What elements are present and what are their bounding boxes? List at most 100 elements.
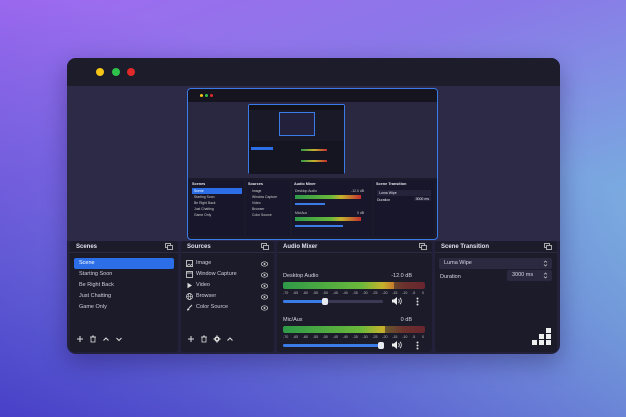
undock-icon[interactable] xyxy=(261,243,269,250)
preview-canvas: Scenes Scene Starting Soon Be Right Back Ju… xyxy=(67,86,560,241)
mini-channel-level: -12.0 dB xyxy=(351,189,364,193)
mini-channel: Mic/Aux 0 dB xyxy=(292,210,372,232)
close-dot[interactable] xyxy=(127,68,135,76)
meter-scale-tick: -25 xyxy=(372,335,378,339)
plus-icon[interactable] xyxy=(76,335,84,343)
duration-spinbox[interactable]: 3000 ms xyxy=(507,270,552,281)
eye-icon[interactable] xyxy=(261,271,268,278)
meter-scale-tick: -10 xyxy=(402,291,408,295)
meter-scale-tick: -15 xyxy=(392,335,398,339)
audio-mixer-title: Audio Mixer xyxy=(283,244,318,250)
trash-icon[interactable] xyxy=(89,335,97,343)
sources-dock: Sources Image Window Capture Video Brows… xyxy=(181,241,274,352)
meter-scale-tick: -50 xyxy=(322,335,328,339)
transition-select[interactable]: Luma Wipe xyxy=(439,258,552,269)
chevron-up-icon[interactable] xyxy=(226,335,234,343)
volume-handle[interactable] xyxy=(322,298,328,305)
image-icon xyxy=(186,260,193,267)
chevron-up-icon[interactable] xyxy=(102,335,110,343)
eye-icon[interactable] xyxy=(261,260,268,267)
chevron-down-icon[interactable] xyxy=(115,335,123,343)
level-meter xyxy=(283,326,425,333)
source-label: Browser xyxy=(196,293,217,299)
scene-item[interactable]: Starting Soon xyxy=(74,269,174,280)
eye-icon[interactable] xyxy=(261,293,268,300)
transition-value: Luma Wipe xyxy=(444,260,472,266)
globe-icon xyxy=(186,293,193,300)
more-options-icon[interactable] xyxy=(416,341,419,350)
gear-icon[interactable] xyxy=(213,335,221,343)
meter-scale-tick: -70 xyxy=(283,291,289,295)
source-item-video[interactable]: Video xyxy=(181,280,274,291)
spin-icon xyxy=(543,272,548,279)
source-item-color-source[interactable]: Color Source xyxy=(181,302,274,313)
source-label: Window Capture xyxy=(196,271,237,277)
audio-mixer-dock: Audio Mixer Desktop Audio -12.0 dB -70 -65-… xyxy=(277,241,432,352)
mini-channel-level: 0 dB xyxy=(357,211,364,215)
source-list: Image Window Capture Video Browser Color xyxy=(181,253,274,313)
scene-list: Scene Starting Soon Be Right Back Just Chat… xyxy=(70,253,178,313)
meter-scale-tick: -45 xyxy=(332,291,338,295)
scene-item[interactable]: Scene xyxy=(74,258,174,269)
channel-name: Mic/Aux xyxy=(283,317,303,323)
volume-slider[interactable] xyxy=(283,298,383,305)
resize-grip-icon[interactable] xyxy=(532,328,552,346)
mini-fader xyxy=(295,203,325,205)
channel-level: -12.0 dB xyxy=(391,273,412,279)
scenes-header: Scenes xyxy=(70,241,178,253)
scenes-title: Scenes xyxy=(76,244,98,250)
meter-scale-tick: -70 xyxy=(283,335,289,339)
source-item-browser[interactable]: Browser xyxy=(181,291,274,302)
scene-item[interactable]: Game Only xyxy=(74,302,174,313)
mini-channel: Desktop Audio -12.0 dB xyxy=(292,188,372,210)
meter-scale-tick: -20 xyxy=(382,291,388,295)
meter-scale-tick: -5 xyxy=(412,291,416,295)
scene-transition-title: Scene Transition xyxy=(441,244,490,250)
trash-icon[interactable] xyxy=(200,335,208,343)
meter-scale-tick: -25 xyxy=(372,291,378,295)
scene-item[interactable]: Just Chatting xyxy=(74,291,174,302)
mini-duration-label: Duration xyxy=(377,198,391,202)
meter-scale-tick: -55 xyxy=(312,291,318,295)
eye-icon[interactable] xyxy=(261,282,268,289)
speaker-icon[interactable] xyxy=(391,340,402,350)
plus-icon[interactable] xyxy=(187,335,195,343)
mini-channel-name: Desktop Audio xyxy=(295,189,317,193)
meter-scale-tick: -30 xyxy=(362,291,368,295)
mini-duration-value: 3000 ms xyxy=(413,197,431,201)
source-item-window-capture[interactable]: Window Capture xyxy=(181,269,274,280)
mini-nested-preview xyxy=(248,104,345,174)
meter-scale-tick: -60 xyxy=(302,335,309,339)
meter-unlit xyxy=(385,326,425,333)
source-label: Video xyxy=(196,282,210,288)
source-label: Image xyxy=(196,260,212,266)
eye-icon[interactable] xyxy=(261,304,268,311)
maximize-dot[interactable] xyxy=(112,68,120,76)
meter-unlit xyxy=(393,282,425,289)
source-item-image[interactable]: Image xyxy=(181,258,274,269)
minimize-dot[interactable] xyxy=(96,68,104,76)
meter-scale-tick: -40 xyxy=(342,335,348,339)
undock-icon[interactable] xyxy=(419,243,427,250)
undock-icon[interactable] xyxy=(544,243,552,250)
scene-item[interactable]: Be Right Back xyxy=(74,280,174,291)
meter-scale-tick: -35 xyxy=(352,335,358,339)
source-label: Color Source xyxy=(196,304,229,310)
more-options-icon[interactable] xyxy=(416,297,419,306)
level-meter xyxy=(283,282,425,289)
speaker-icon[interactable] xyxy=(391,296,402,306)
meter-scale-tick: -20 xyxy=(382,335,388,339)
channel-name: Desktop Audio xyxy=(283,273,319,279)
meter-scale-tick: 0 xyxy=(422,291,424,295)
stream-preview[interactable]: Scenes Scene Starting Soon Be Right Back Ju… xyxy=(187,88,438,240)
volume-slider[interactable] xyxy=(283,342,384,349)
meter-scale-tick: -15 xyxy=(392,291,398,295)
mini-transition-dock: Scene Transition Luma Wipe Duration 3000… xyxy=(374,180,434,236)
title-bar[interactable] xyxy=(67,58,560,86)
undock-icon[interactable] xyxy=(165,243,173,250)
scenes-dock: Scenes Scene Starting Soon Be Right Back Ju… xyxy=(70,241,178,352)
app-window: Scenes Scene Starting Soon Be Right Back Ju… xyxy=(67,58,560,354)
mini-title-bar xyxy=(188,89,437,102)
volume-handle[interactable] xyxy=(378,342,384,349)
meter-scale-tick: -35 xyxy=(352,291,358,295)
